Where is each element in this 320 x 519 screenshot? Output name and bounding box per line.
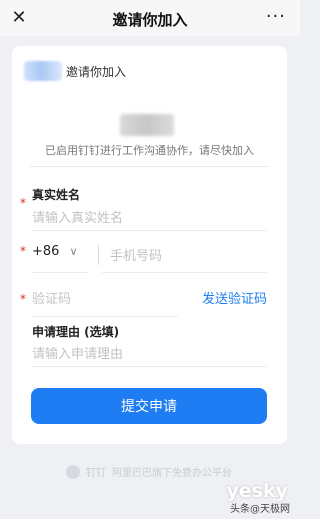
verification-code-input[interactable]: 验证码 [32, 288, 71, 307]
name-input[interactable]: 请输入真实姓名 [32, 207, 123, 226]
org-invite-text: 邀请你加入 [66, 64, 127, 79]
required-mark: * [20, 244, 26, 258]
top-bar: ✕ 邀请你加入 ··· [0, 0, 300, 36]
chevron-down-icon: ∨ [69, 245, 78, 258]
divider [98, 245, 99, 265]
divider [30, 166, 269, 167]
org-logo-blurred [24, 61, 62, 81]
country-code-select[interactable]: +86 ∨ [32, 244, 78, 259]
invite-subtitle: 已启用钉钉进行工作沟通协作，请尽快加入 [45, 144, 254, 157]
org-name-blurred [120, 114, 174, 136]
send-code-button[interactable]: 发送验证码 [202, 288, 267, 307]
country-code-value: +86 [32, 244, 60, 259]
dingtalk-logo-icon [66, 464, 80, 479]
footer-tagline: 阿里巴巴旗下免费办公平台 [112, 468, 232, 479]
divider [102, 272, 267, 273]
name-label: 真实姓名 [32, 188, 81, 202]
invite-card: 邀请你加入 已启用钉钉进行工作沟通协作，请尽快加入 * 真实姓名 请输入真实姓名… [12, 46, 287, 444]
required-mark: * [20, 292, 26, 306]
reason-label: 申请理由 (选填) [32, 325, 120, 339]
phone-input[interactable]: 手机号码 [110, 245, 162, 264]
divider [32, 366, 267, 367]
reason-input[interactable]: 请输入申请理由 [32, 343, 123, 362]
divider [32, 272, 88, 273]
page-title: 邀请你加入 [112, 11, 188, 29]
required-mark: * [20, 196, 26, 210]
divider [32, 316, 178, 317]
submit-button[interactable]: 提交申请 [31, 388, 267, 424]
footer-brand: 钉钉 [86, 468, 106, 479]
site-watermark: 头条@天极网 [230, 504, 290, 515]
divider [32, 230, 267, 231]
yesky-watermark: yesky [226, 480, 288, 502]
footer: 钉钉 阿里巴巴旗下免费办公平台 [66, 464, 232, 479]
more-icon[interactable]: ··· [266, 8, 286, 26]
org-row: 邀请你加入 [24, 60, 126, 82]
